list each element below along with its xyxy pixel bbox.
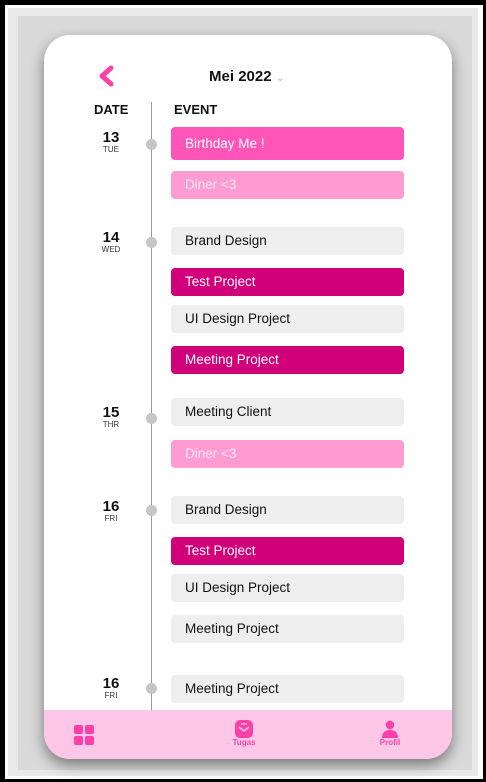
event-item[interactable]: Test Project bbox=[171, 268, 404, 296]
month-name: Mei bbox=[209, 68, 235, 85]
day-number: 15 bbox=[102, 404, 120, 421]
tab-label: Tugas bbox=[232, 738, 256, 747]
event-column-header: EVENT bbox=[174, 102, 218, 117]
grid-icon[interactable] bbox=[74, 725, 94, 745]
day-number: 13 bbox=[102, 129, 120, 146]
event-item[interactable]: Brand Design bbox=[171, 496, 404, 524]
day-weekday: FRI bbox=[104, 691, 118, 700]
day-label: 14 WED bbox=[96, 230, 126, 255]
event-item[interactable]: Meeting Project bbox=[171, 346, 404, 374]
timeline-dot bbox=[146, 505, 157, 516]
event-item[interactable]: Brand Design bbox=[171, 227, 404, 255]
tab-tugas[interactable]: Tugas bbox=[226, 720, 262, 747]
day-weekday: THR bbox=[102, 420, 120, 429]
date-column-header: DATE bbox=[94, 102, 129, 117]
event-item[interactable]: UI Design Project bbox=[171, 305, 404, 333]
year: 2022 bbox=[238, 68, 272, 85]
day-weekday: FRI bbox=[104, 514, 118, 523]
event-item[interactable]: Meeting Project bbox=[171, 675, 404, 703]
day-label: 16 FRI bbox=[96, 676, 126, 701]
event-item[interactable]: Meeting Client bbox=[171, 398, 404, 426]
timeline-dot bbox=[146, 237, 157, 248]
event-item[interactable]: Birthday Me ! bbox=[171, 127, 404, 160]
user-icon bbox=[382, 720, 398, 738]
tab-profil[interactable]: Profil bbox=[372, 720, 408, 747]
day-weekday: TUE bbox=[103, 145, 119, 154]
event-item[interactable]: Meeting Project bbox=[171, 615, 404, 643]
day-number: 14 bbox=[102, 229, 120, 246]
tab-label: Profil bbox=[379, 738, 401, 747]
day-label: 16 FRI bbox=[96, 499, 126, 524]
chevron-left-icon[interactable] bbox=[96, 65, 118, 87]
chevron-down-icon: ⌄ bbox=[275, 72, 285, 84]
event-item[interactable]: Test Project bbox=[171, 537, 404, 565]
day-label: 13 TUE bbox=[96, 130, 126, 155]
timeline-dot bbox=[146, 683, 157, 694]
day-label: 15 THR bbox=[96, 405, 126, 430]
month-selector[interactable]: Mei 2022 ⌄ bbox=[209, 68, 285, 85]
day-weekday: WED bbox=[101, 245, 121, 254]
timeline-line bbox=[151, 102, 152, 710]
tasks-icon bbox=[235, 720, 253, 738]
app-screen: Mei 2022 ⌄ DATE EVENT 13 TUE 14 WED 15 TH… bbox=[44, 35, 452, 759]
timeline-dot bbox=[146, 413, 157, 424]
event-item[interactable]: Diner <3 bbox=[171, 171, 404, 199]
day-number: 16 bbox=[102, 498, 120, 515]
event-item[interactable]: Diner <3 bbox=[171, 440, 404, 468]
bottom-nav: Tugas Profil bbox=[44, 710, 452, 759]
event-item[interactable]: UI Design Project bbox=[171, 574, 404, 602]
timeline-dot bbox=[146, 139, 157, 150]
day-number: 16 bbox=[102, 675, 120, 692]
